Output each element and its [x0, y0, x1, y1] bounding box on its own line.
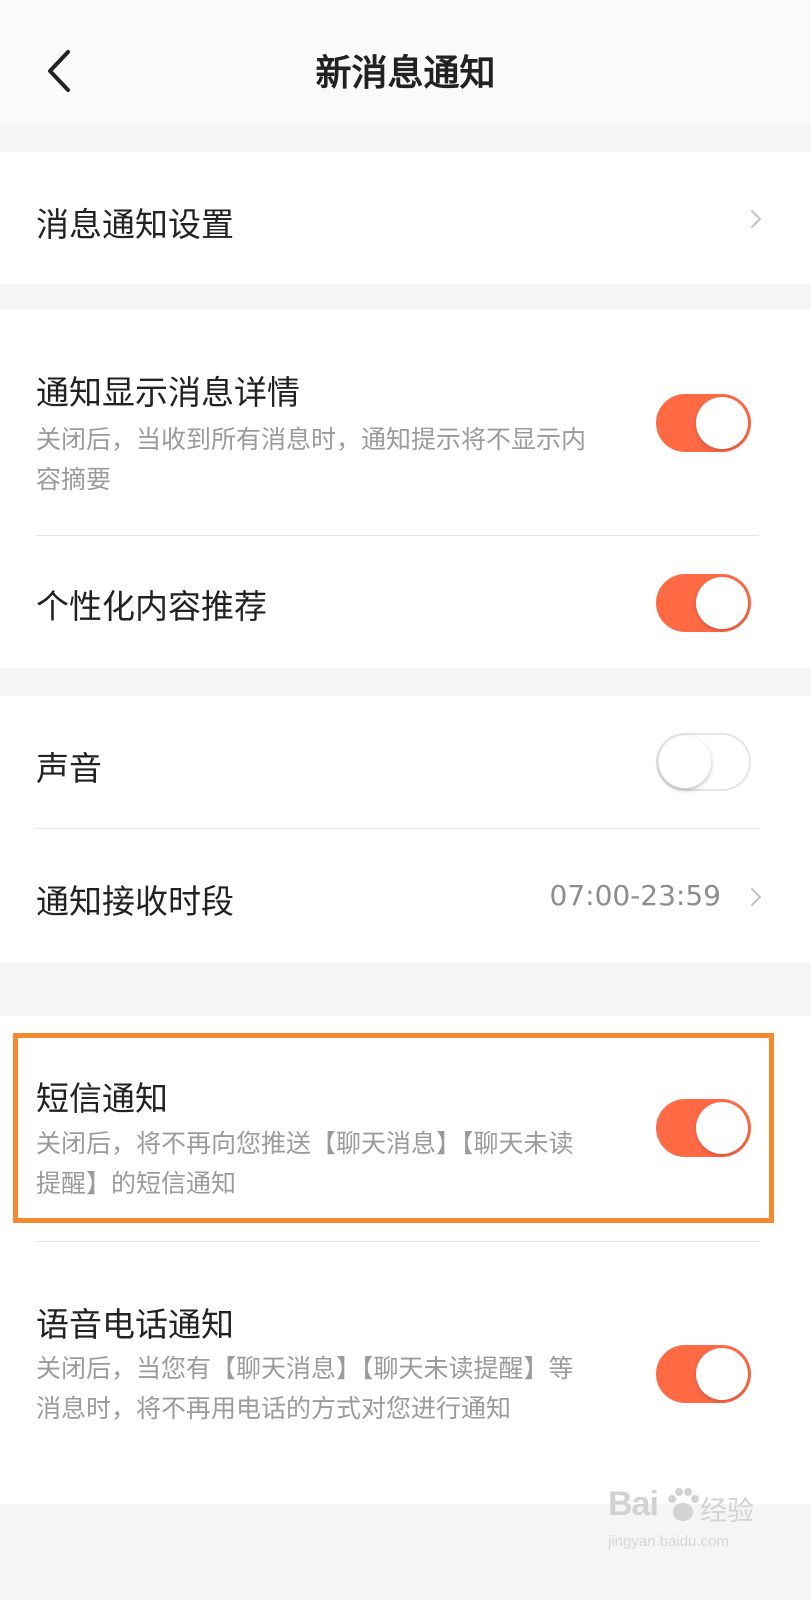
watermark-brand: Bai	[608, 1485, 659, 1523]
message-settings-label: 消息通知设置	[36, 205, 234, 244]
navigation-bar	[0, 0, 811, 124]
notify-details-toggle[interactable]	[656, 394, 751, 452]
voice-call-toggle[interactable]	[656, 1345, 751, 1403]
sound-row: 声音	[0, 696, 811, 828]
chevron-left-icon	[48, 50, 70, 92]
highlight-box	[13, 1033, 774, 1223]
display-section: 通知显示消息详情 关闭后，当收到所有消息时，通知提示将不显示内容摘要 个性化内容…	[0, 310, 811, 668]
notify-details-row: 通知显示消息详情 关闭后，当收到所有消息时，通知提示将不显示内容摘要	[0, 310, 811, 535]
settings-entry-section: 消息通知设置	[0, 152, 811, 284]
notification-settings-page: 新消息通知 消息通知设置 通知显示消息详情 关闭后，当收到所有消息时，通知提示将…	[0, 0, 811, 1600]
watermark-brand-cn: 经验	[700, 1496, 754, 1527]
personalized-row: 个性化内容推荐	[0, 536, 811, 668]
toggle-knob	[696, 577, 748, 629]
back-button[interactable]	[38, 46, 84, 96]
baidu-jingyan-watermark: Bai 经验 jingyan.baidu.com	[608, 1485, 758, 1560]
voice-call-description: 关闭后，当您有【聊天消息】【聊天未读提醒】等消息时，将不再用电话的方式对您进行通…	[36, 1354, 574, 1423]
toggle-knob	[696, 397, 748, 449]
chevron-right-icon	[751, 888, 761, 906]
notify-details-title: 通知显示消息详情	[36, 373, 300, 412]
paw-icon	[668, 1488, 699, 1521]
toggle-knob	[696, 1348, 748, 1400]
notify-details-description: 关闭后，当收到所有消息时，通知提示将不显示内容摘要	[36, 425, 587, 494]
receive-period-value: 07:00-23:59	[549, 879, 722, 912]
receive-period-row[interactable]: 通知接收时段 07:00-23:59	[0, 829, 811, 962]
toggle-knob	[659, 736, 711, 788]
sound-title: 声音	[36, 749, 102, 788]
chevron-right-icon	[751, 210, 761, 228]
watermark-url: jingyan.baidu.com	[608, 1533, 729, 1550]
voice-call-row: 语音电话通知 关闭后，当您有【聊天消息】【聊天未读提醒】等消息时，将不再用电话的…	[0, 1242, 811, 1504]
voice-call-title: 语音电话通知	[36, 1305, 234, 1344]
sound-section: 声音 通知接收时段 07:00-23:59	[0, 696, 811, 962]
personalized-toggle[interactable]	[656, 574, 751, 632]
personalized-title: 个性化内容推荐	[36, 587, 267, 626]
receive-period-title: 通知接收时段	[36, 882, 234, 921]
sound-toggle[interactable]	[656, 733, 751, 791]
message-settings-row[interactable]: 消息通知设置	[0, 152, 811, 284]
